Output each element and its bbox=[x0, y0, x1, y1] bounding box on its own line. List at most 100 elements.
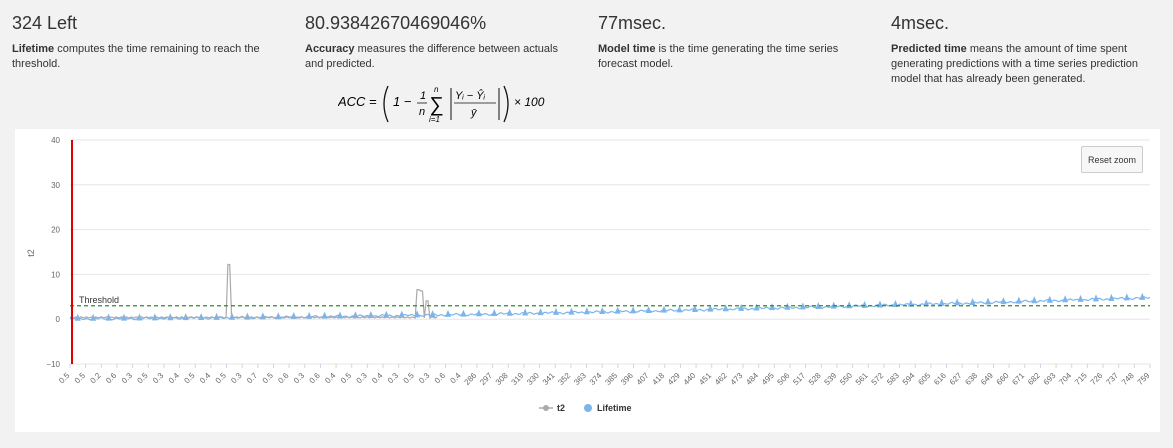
lifetime-point bbox=[1123, 293, 1130, 301]
x-tick-label: 418 bbox=[650, 371, 666, 387]
x-tick-label: 726 bbox=[1089, 371, 1105, 387]
lifetime-point bbox=[661, 305, 667, 313]
lifetime-point bbox=[938, 298, 945, 306]
x-axis-ticks: 0.5 0.5 0.2 0.6 0.3 0.5 0.3 0.4 0.5 0.4 0.5 0.3 0.7 0… bbox=[57, 364, 1152, 387]
x-tick-label: 319 bbox=[510, 371, 526, 387]
lifetime-point bbox=[522, 308, 529, 316]
lifetime-point bbox=[475, 309, 482, 317]
lifetime-point bbox=[1015, 296, 1022, 304]
lifetime-point bbox=[676, 305, 683, 313]
x-tick-label: 539 bbox=[823, 371, 839, 387]
lifetime-point bbox=[985, 297, 991, 305]
x-tick-label: 583 bbox=[885, 371, 901, 387]
x-tick-label: 0.6 bbox=[276, 371, 291, 386]
threshold-label: Threshold bbox=[79, 295, 119, 305]
lifetime-point bbox=[460, 309, 467, 317]
x-tick-label: 638 bbox=[963, 371, 979, 387]
x-tick-label: 0.6 bbox=[433, 371, 448, 386]
x-tick-label: 297 bbox=[478, 371, 494, 387]
x-tick-label: 330 bbox=[525, 371, 541, 387]
lifetime-point bbox=[846, 301, 853, 309]
x-tick-label: 0.3 bbox=[120, 371, 135, 386]
lifetime-point bbox=[1093, 294, 1099, 302]
x-tick-label: 0.3 bbox=[386, 371, 401, 386]
y-tick-label: 20 bbox=[51, 226, 60, 235]
x-tick-label: 0.3 bbox=[355, 371, 370, 386]
legend-t2-marker bbox=[543, 405, 549, 411]
x-tick-label: 704 bbox=[1057, 371, 1073, 387]
x-tick-label: 0.3 bbox=[229, 371, 244, 386]
lifetime-point bbox=[769, 303, 775, 311]
lifetime-point bbox=[275, 312, 282, 320]
x-tick-label: 660 bbox=[995, 371, 1011, 387]
lifetime-point bbox=[244, 312, 251, 320]
legend-t2-label[interactable]: t2 bbox=[557, 403, 565, 413]
y-tick-label: 30 bbox=[51, 181, 60, 190]
y-tick-label: 0 bbox=[56, 315, 61, 324]
x-tick-label: 517 bbox=[791, 371, 807, 387]
lifetime-point bbox=[1062, 295, 1069, 303]
x-tick-label: 0.2 bbox=[88, 371, 103, 386]
x-tick-label: 308 bbox=[494, 371, 510, 387]
x-tick-label: 495 bbox=[760, 371, 776, 387]
x-tick-label: 374 bbox=[588, 371, 604, 387]
lifetime-point bbox=[1077, 294, 1084, 302]
series-t2-line bbox=[69, 263, 438, 320]
x-tick-label: 440 bbox=[682, 371, 698, 387]
y-axis-ticks: 40 30 20 10 0 −10 bbox=[46, 136, 60, 369]
x-tick-label: 0.5 bbox=[182, 371, 197, 386]
y-tick-label: −10 bbox=[46, 360, 60, 369]
x-tick-label: 363 bbox=[572, 371, 588, 387]
x-tick-label: 0.6 bbox=[308, 371, 323, 386]
chart-grid bbox=[70, 139, 1150, 365]
lifetime-point bbox=[583, 307, 590, 315]
lifetime-point bbox=[645, 305, 652, 313]
lifetime-point bbox=[1031, 296, 1038, 304]
x-tick-label: 352 bbox=[556, 371, 572, 387]
y-tick-label: 10 bbox=[51, 270, 60, 279]
x-tick-label: 0.3 bbox=[417, 371, 432, 386]
x-tick-label: 341 bbox=[541, 371, 557, 387]
x-tick-label: 0.5 bbox=[402, 371, 417, 386]
x-tick-label: 649 bbox=[979, 371, 995, 387]
x-tick-label: 715 bbox=[1073, 371, 1089, 387]
lifetime-point bbox=[506, 308, 513, 316]
lifetime-point bbox=[198, 313, 205, 321]
lifetime-point bbox=[738, 303, 745, 311]
x-tick-label: 627 bbox=[948, 371, 964, 387]
x-tick-label: 0.3 bbox=[292, 371, 307, 386]
x-tick-label: 0.5 bbox=[214, 371, 229, 386]
x-tick-label: 484 bbox=[744, 371, 760, 387]
x-tick-label: 451 bbox=[697, 371, 713, 387]
lifetime-point bbox=[491, 309, 498, 317]
lifetime-point bbox=[1108, 293, 1115, 301]
x-tick-label: 0.4 bbox=[448, 371, 463, 386]
lifetime-point bbox=[954, 298, 961, 306]
reset-zoom-button[interactable]: Reset zoom bbox=[1081, 146, 1143, 173]
legend-lifetime-label[interactable]: Lifetime bbox=[597, 403, 632, 413]
chart-legend[interactable]: t2 Lifetime bbox=[539, 403, 632, 413]
lifetime-point bbox=[599, 306, 606, 314]
x-tick-label: 759 bbox=[1136, 371, 1152, 387]
lifetime-point bbox=[553, 307, 559, 315]
x-tick-label: 396 bbox=[619, 371, 635, 387]
lifetime-point bbox=[445, 309, 451, 317]
lifetime-point bbox=[1000, 297, 1007, 305]
x-tick-label: 462 bbox=[713, 371, 729, 387]
x-tick-label: 682 bbox=[1026, 371, 1042, 387]
x-tick-label: 616 bbox=[932, 371, 948, 387]
y-tick-label: 40 bbox=[51, 136, 60, 145]
lifetime-chart: 403020100−10 t2 0.5 0.5 0.2 0.6 0.3 0.5 0.3 0.4… bbox=[26, 136, 1152, 413]
x-tick-label: 429 bbox=[666, 371, 682, 387]
x-tick-label: 0.5 bbox=[57, 371, 72, 386]
x-tick-label: 572 bbox=[870, 371, 886, 387]
x-tick-label: 671 bbox=[1010, 371, 1026, 387]
x-tick-label: 0.5 bbox=[73, 371, 88, 386]
legend-lifetime-marker bbox=[584, 404, 592, 412]
lifetime-point bbox=[861, 300, 868, 308]
x-tick-label: 506 bbox=[776, 371, 792, 387]
x-tick-label: 594 bbox=[901, 371, 917, 387]
series-lifetime-markers bbox=[74, 292, 1146, 321]
x-tick-label: 286 bbox=[463, 371, 479, 387]
x-tick-label: 748 bbox=[1120, 371, 1136, 387]
